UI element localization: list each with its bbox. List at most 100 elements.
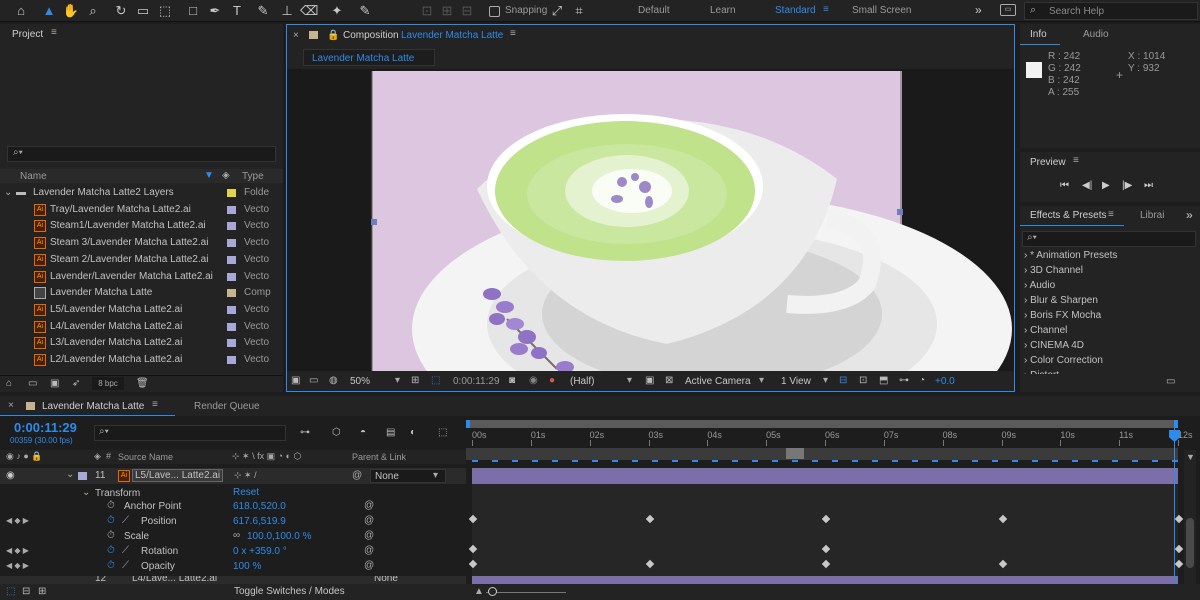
view-chevron-icon[interactable]: ▾ xyxy=(823,375,828,386)
label-tag-icon[interactable]: ◈ xyxy=(222,170,230,181)
eraser-tool-icon[interactable]: ⌫ xyxy=(300,2,318,20)
constrain-link-icon[interactable]: ∞ xyxy=(233,530,240,541)
property-value[interactable]: 618.0,520.0 xyxy=(233,501,286,512)
project-item[interactable]: Ai L2/Lavender Matcha Latte2.ai Vecto xyxy=(0,352,283,368)
home-icon[interactable]: ⌂ xyxy=(12,2,30,20)
transfer-controls-icon[interactable]: ⊟ xyxy=(22,586,30,597)
project-search-input[interactable]: ⌕▾ xyxy=(7,146,276,162)
layer-row-11[interactable]: ◉ ⌄ 11 Ai L5/Lave... Latte2.ai ⊹ ✶ / @ N… xyxy=(0,468,466,484)
sync-icon[interactable]: ▭ xyxy=(1000,4,1016,16)
keyframe-navigator-icon[interactable]: ◀ ◆ ▶ xyxy=(6,561,29,570)
hand-tool-icon[interactable]: ✋ xyxy=(62,2,80,20)
draft-3d-icon[interactable]: ⬡ xyxy=(332,427,341,438)
axis-world-icon[interactable]: ⊞ xyxy=(438,2,456,20)
project-item[interactable]: Ai L5/Lavender Matcha Latte2.ai Vecto xyxy=(0,302,283,318)
close-timeline-icon[interactable]: × xyxy=(8,400,14,411)
effects-category[interactable]: › Boris FX Mocha xyxy=(1024,310,1101,321)
parent-link-header[interactable]: Parent & Link xyxy=(352,452,406,462)
search-help-input[interactable]: Search Help xyxy=(1049,6,1104,17)
resolution-chevron-icon[interactable]: ▾ xyxy=(627,375,632,386)
axis-view-icon[interactable]: ⊟ xyxy=(458,2,476,20)
keyframe[interactable] xyxy=(468,544,478,554)
layer-name-12[interactable]: L4/Lave... Latte2.ai xyxy=(132,576,217,584)
project-item[interactable]: Ai Steam1/Lavender Matcha Latte2.ai Vecto xyxy=(0,218,283,234)
zoom-chevron-icon[interactable]: ▾ xyxy=(395,375,400,386)
effects-category[interactable]: › Audio xyxy=(1024,280,1055,291)
camera-chevron-icon[interactable]: ▾ xyxy=(759,375,764,386)
effects-category[interactable]: › Color Correction xyxy=(1024,355,1103,366)
render-queue-tab[interactable]: Render Queue xyxy=(194,401,260,412)
zoom-slider[interactable] xyxy=(486,592,566,593)
project-item[interactable]: Ai Steam 3/Lavender Matcha Latte2.ai Vecto xyxy=(0,235,283,251)
bpc-button[interactable]: 8 bpc xyxy=(92,377,124,390)
keyframe[interactable] xyxy=(645,514,654,524)
stopwatch-icon[interactable]: ⏱ xyxy=(107,530,115,541)
label-swatch[interactable] xyxy=(227,356,236,364)
property-value[interactable]: 100.0,100.0 % xyxy=(247,531,312,542)
zoom-select[interactable]: 50% xyxy=(350,376,370,387)
pickwhip-icon[interactable]: @ xyxy=(364,530,374,541)
effects-category[interactable]: › Blur & Sharpen xyxy=(1024,295,1098,306)
next-frame-icon[interactable]: |▶ xyxy=(1122,180,1132,191)
property-value[interactable]: 0 x +359.0 ° xyxy=(233,546,287,557)
label-swatch[interactable] xyxy=(227,322,236,331)
timeline-tab[interactable]: Lavender Matcha Latte xyxy=(42,401,144,412)
keyframe[interactable] xyxy=(998,559,1007,569)
first-frame-icon[interactable]: ⏮ xyxy=(1060,180,1069,191)
timeline-tracks[interactable]: 00s 01s 02s 03s 04s 05s 06s 07s 08s 09s 10s 11s 12s … xyxy=(466,420,1200,584)
workspace-small-screen[interactable]: Small Screen xyxy=(852,5,911,16)
resolution-select[interactable]: (Half) xyxy=(570,376,594,387)
view-select[interactable]: 1 View xyxy=(781,376,811,387)
graph-icon[interactable]: ⟋ xyxy=(122,545,129,556)
label-swatch[interactable] xyxy=(227,189,236,197)
layer-row-12[interactable]: 12 L4/Lave... Latte2.ai None xyxy=(0,576,466,584)
toggle-pixel-icon[interactable]: ⊟ xyxy=(839,375,847,386)
frame-blending-icon[interactable]: ▤ xyxy=(386,427,395,438)
vscroll-thumb[interactable] xyxy=(1186,518,1194,568)
comp-menu-icon[interactable]: ≡ xyxy=(510,28,516,39)
shy-layers-icon[interactable]: ◓ xyxy=(360,427,366,438)
keyframe[interactable] xyxy=(645,559,654,569)
layer-switches-icon[interactable]: ⊹ ✶ / xyxy=(234,470,257,481)
interpret-footage-icon[interactable]: ⌂ xyxy=(6,378,12,389)
rectangle-tool-icon[interactable]: □ xyxy=(184,2,202,20)
rotation-tool-icon[interactable]: ↻ xyxy=(112,2,130,20)
preview-menu-icon[interactable]: ≡ xyxy=(1073,155,1079,166)
stopwatch-icon[interactable]: ⏱ xyxy=(107,515,115,526)
expand-chevron-icon[interactable]: ⌄ xyxy=(4,185,12,201)
timeline-timecode[interactable]: 0:00:11:29 xyxy=(14,420,77,435)
workspace-learn[interactable]: Learn xyxy=(710,5,736,16)
keyframe[interactable] xyxy=(1174,559,1184,569)
effects-category[interactable]: › * Animation Presets xyxy=(1024,250,1117,261)
more-panels-icon[interactable]: » xyxy=(1186,208,1193,222)
source-name-header[interactable]: Source Name xyxy=(118,452,173,462)
label-swatch[interactable] xyxy=(227,239,236,248)
timeline-menu-icon[interactable]: ≡ xyxy=(152,399,158,410)
project-item[interactable]: Lavender Matcha Latte Comp xyxy=(0,285,283,301)
stopwatch-icon[interactable]: ⏱ xyxy=(107,500,115,511)
more-workspaces-icon[interactable]: » xyxy=(975,3,982,17)
project-item[interactable]: Ai Lavender/Lavender Matcha Latte2.ai Vect… xyxy=(0,269,283,285)
graph-icon[interactable]: ⟋ xyxy=(122,515,129,526)
info-tab[interactable]: Info xyxy=(1030,29,1047,40)
lock-icon[interactable]: 🔒 xyxy=(327,30,339,41)
render-icon[interactable]: ➶ xyxy=(72,378,80,389)
effects-category[interactable]: › Distort xyxy=(1024,370,1059,374)
zoom-tool-icon[interactable]: ⌕ xyxy=(84,2,102,20)
keyframe[interactable] xyxy=(1174,514,1184,524)
project-item[interactable]: Ai L4/Lavender Matcha Latte2.ai Vecto xyxy=(0,319,283,335)
comp-subtab[interactable]: Lavender Matcha Latte xyxy=(303,49,435,66)
brush-tool-icon[interactable]: ✎ xyxy=(254,2,272,20)
new-folder-icon[interactable]: ▭ xyxy=(28,378,37,389)
effects-category[interactable]: › Channel xyxy=(1024,325,1067,336)
comp-viewer[interactable] xyxy=(287,69,1014,371)
switches-header-icon[interactable]: ⊹ ✶ \ fx ▣ ◔ ◐ ⬡ xyxy=(232,451,301,462)
keyframe[interactable] xyxy=(468,559,478,569)
layer-switches-toggle-icon[interactable]: ⬚ xyxy=(6,586,15,597)
snap-edges-icon[interactable]: ⤢ xyxy=(548,2,566,20)
layer-label-swatch[interactable] xyxy=(78,472,87,480)
label-swatch[interactable] xyxy=(227,339,236,348)
timeline-search-input[interactable]: ⌕▾ xyxy=(94,425,286,441)
roto-brush-tool-icon[interactable]: ✦ xyxy=(328,2,346,20)
snap-grid-icon[interactable]: ⌗ xyxy=(570,2,588,20)
